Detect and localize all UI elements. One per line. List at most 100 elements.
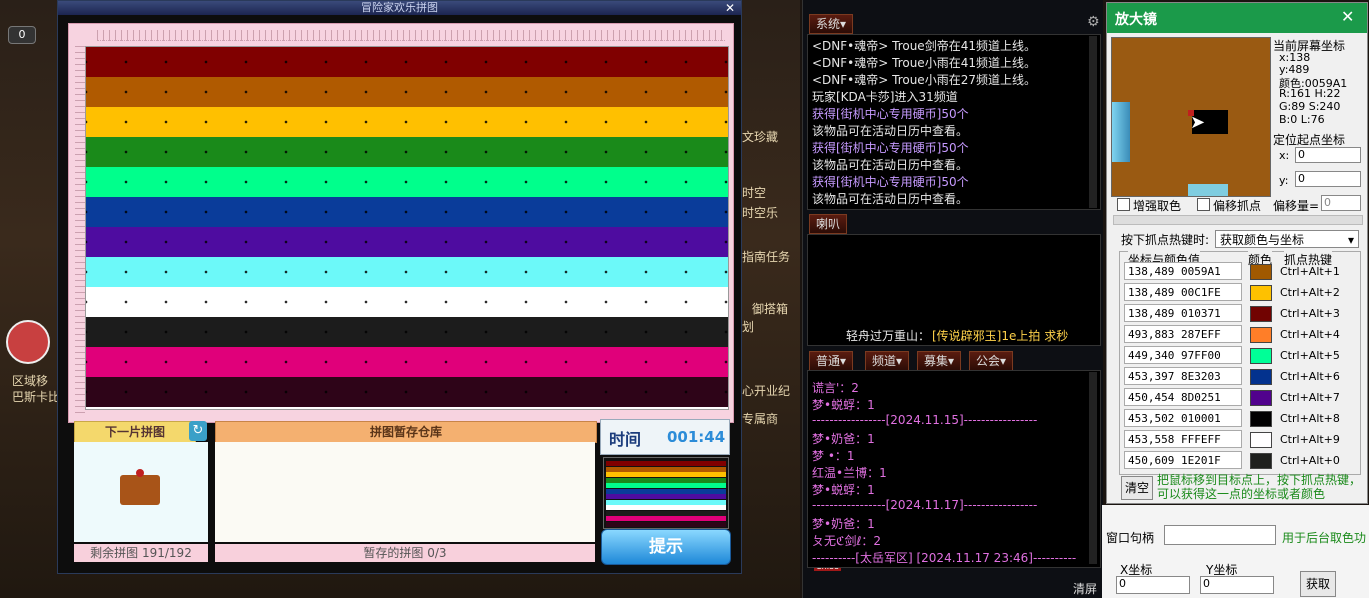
preview-stripe <box>606 510 726 516</box>
preview-stripe <box>606 499 726 505</box>
origin-x-input[interactable]: 0 <box>1295 147 1361 163</box>
hotkey-value: Ctrl+Alt+3 <box>1280 307 1340 320</box>
chevron-down-icon: ▾ <box>1347 233 1354 247</box>
system-chat-line: 该物品可在活动日历中查看。 <box>812 158 969 172</box>
preview-stripe <box>606 477 726 483</box>
puzzle-stripe <box>86 77 728 107</box>
hotkey-value: Ctrl+Alt+0 <box>1280 454 1340 467</box>
normal-chat-scrollbar[interactable] <box>1089 372 1097 564</box>
hotkey-label: 按下抓点热键时: <box>1121 233 1210 247</box>
left-ruler <box>75 46 85 416</box>
origin-y-input[interactable]: 0 <box>1295 171 1361 187</box>
puzzle-frame <box>68 23 734 423</box>
tab-guild[interactable]: 公会▾ <box>969 351 1014 371</box>
normal-chat-box: 谎言'：2 梦•蜕蜉：1 -----------------[2024.11.15]… <box>807 370 1101 568</box>
clear-screen-button[interactable]: 清屏 <box>1073 580 1097 597</box>
system-chat-scrollbar[interactable] <box>1089 36 1097 208</box>
tab-horn[interactable]: 喇叭 <box>809 214 848 234</box>
puzzle-close-icon[interactable]: ✕ <box>723 1 737 15</box>
hotkey-value: Ctrl+Alt+8 <box>1280 412 1340 425</box>
system-chat-line: 玩家[KDA卡莎]进入31频道 <box>812 90 958 104</box>
x-coord-input[interactable]: 0 <box>1116 576 1190 594</box>
magnifier-title: 放大镜 <box>1115 12 1157 28</box>
storage-area[interactable] <box>215 442 595 542</box>
coord-color-value[interactable]: 453,397 8E3203 <box>1124 367 1242 385</box>
bl-value: B:0 L:76 <box>1279 113 1325 126</box>
timer-box: 时间 001:44 <box>600 419 730 455</box>
timer-label: 时间 <box>609 430 642 449</box>
color-swatch <box>1250 411 1272 427</box>
preview-stripe <box>606 516 726 521</box>
normal-chat-line: 红温•兰博：1 <box>812 466 887 480</box>
system-chat-line: 该物品可在活动日历中查看。 <box>812 192 969 206</box>
hint-button[interactable]: 提示 <box>601 529 731 565</box>
storage-header: 拼图暂存仓库 <box>215 421 597 443</box>
system-chat-line: 获得[街机中心专用硬币]50个 <box>812 175 969 189</box>
magnified-cyan-blob <box>1112 102 1130 162</box>
coord-color-value[interactable]: 138,489 0059A1 <box>1124 262 1242 280</box>
enhance-color-checkbox[interactable] <box>1117 198 1130 211</box>
preview-stripe <box>606 488 726 494</box>
get-button[interactable]: 获取 <box>1300 571 1336 597</box>
coord-color-value[interactable]: 449,340 97FF00 <box>1124 346 1242 364</box>
background-pick-area: 窗口句柄 用于后台取色功 X坐标 Y坐标 0 0 获取 <box>1102 505 1369 598</box>
avatar-icon <box>6 320 50 364</box>
hotkey-value: Ctrl+Alt+4 <box>1280 328 1340 341</box>
rh-value: R:161 H:22 <box>1279 87 1341 100</box>
window-handle-input[interactable] <box>1164 525 1276 545</box>
coord-color-value[interactable]: 450,609 1E201F <box>1124 451 1242 469</box>
coord-color-value[interactable]: 453,502 010001 <box>1124 409 1242 427</box>
coord-color-value[interactable]: 453,558 FFFEFF <box>1124 430 1242 448</box>
puzzle-piece[interactable] <box>120 475 160 505</box>
normal-chat-line: -----------------[2024.11.17]-----------… <box>812 498 1038 512</box>
offset-point-checkbox[interactable] <box>1197 198 1210 211</box>
hotkey-value: Ctrl+Alt+5 <box>1280 349 1340 362</box>
preview-stripe <box>606 505 726 510</box>
origin-coord-label: 定位起点坐标 <box>1273 133 1346 147</box>
hotkey-action-select[interactable]: 获取颜色与坐标 ▾ <box>1215 230 1359 248</box>
puzzle-board[interactable] <box>85 46 729 410</box>
puzzle-piece-knob <box>136 469 144 477</box>
bg-text: 时空 <box>742 186 767 200</box>
origin-y-label: y: <box>1279 174 1289 187</box>
coord-color-value[interactable]: 138,489 00C1FE <box>1124 283 1242 301</box>
puzzle-stripe <box>86 197 728 227</box>
normal-chat-line: 梦•蜕蜉：1 <box>812 398 875 412</box>
coord-color-value[interactable]: 138,489 010371 <box>1124 304 1242 322</box>
coord-color-group: 坐标与颜色值 颜色 抓点热键 138,489 0059A1 Ctrl+Alt+1 1… <box>1119 251 1361 475</box>
hotkey-action-value: 获取颜色与坐标 <box>1220 233 1305 247</box>
tab-normal[interactable]: 普通▾ <box>809 351 854 371</box>
puzzle-stripe <box>86 47 728 77</box>
coord-color-value[interactable]: 450,454 8D0251 <box>1124 388 1242 406</box>
system-chat-line: <DNF•魂帝> Troue剑帝在41频道上线。 <box>812 39 1036 53</box>
color-swatch <box>1250 264 1272 280</box>
gear-icon[interactable]: ⚙ <box>1087 14 1100 30</box>
offset-amount-input[interactable]: 0 <box>1321 195 1361 211</box>
cursor-icon: ➤ <box>1190 112 1206 133</box>
normal-chat-line: 梦 •：1 <box>812 449 855 463</box>
tab-recruit[interactable]: 募集▾ <box>917 351 962 371</box>
preview-thumbnail <box>603 457 729 529</box>
coord-color-value[interactable]: 493,883 287EFF <box>1124 325 1242 343</box>
tab-channel[interactable]: 频道▾ <box>865 351 910 371</box>
stored-count: 暂存的拼图 0/3 <box>215 544 595 562</box>
system-chat-line: 获得[街机中心专用硬币]50个 <box>812 107 969 121</box>
color-swatch <box>1250 369 1272 385</box>
tab-system[interactable]: 系统▾ <box>809 14 854 34</box>
next-piece-header: 下一片拼图 <box>74 421 196 443</box>
hotkey-value: Ctrl+Alt+7 <box>1280 391 1340 404</box>
puzzle-stripe <box>86 257 728 287</box>
puzzle-stripe <box>86 167 728 197</box>
gs-value: G:89 S:240 <box>1279 100 1341 113</box>
normal-chat-line: 梦•奶爸：1 <box>812 432 875 446</box>
bg-text: 心开业纪 <box>742 384 791 398</box>
refresh-icon[interactable]: ↻ <box>189 421 207 441</box>
magnifier-close-icon[interactable]: ✕ <box>1341 7 1354 26</box>
y-coord-input[interactable]: 0 <box>1200 576 1274 594</box>
color-swatch <box>1250 285 1272 301</box>
color-swatch <box>1250 453 1272 469</box>
bg-pick-label: 用于后台取色功 <box>1282 531 1367 545</box>
clear-button[interactable]: 清空 <box>1121 476 1153 500</box>
bg-text: 文珍藏 <box>742 130 779 144</box>
preview-stripe <box>606 521 726 527</box>
